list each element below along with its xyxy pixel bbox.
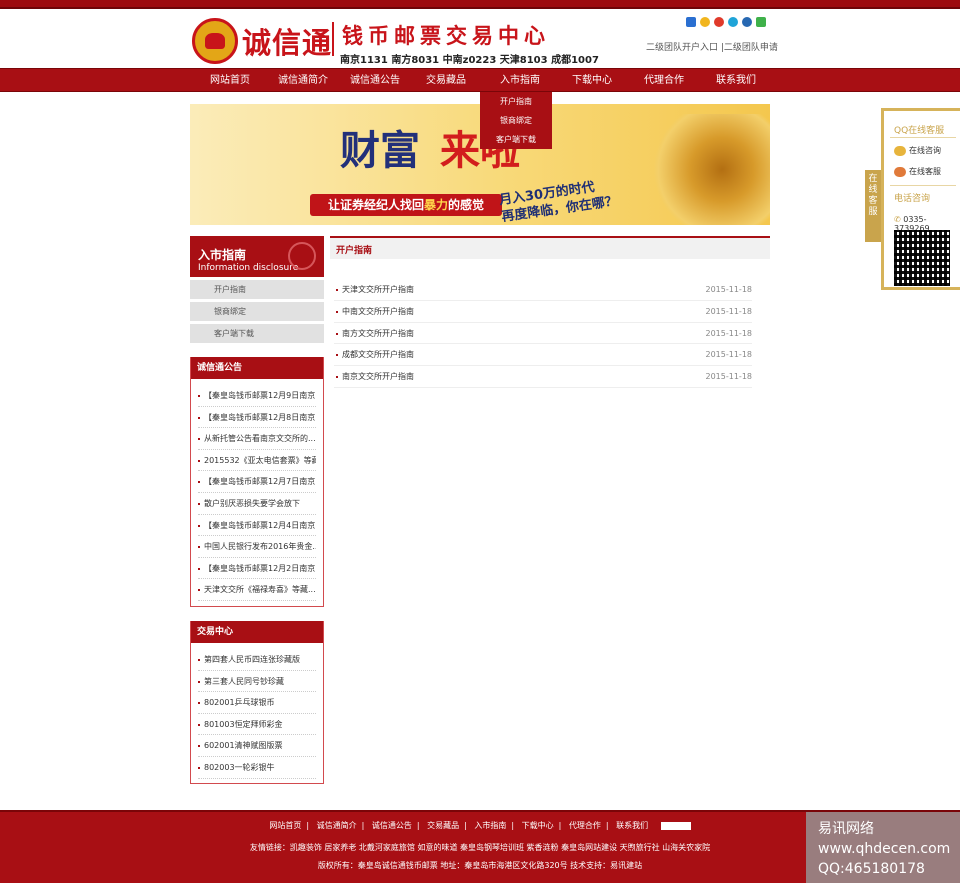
trading-title: 交易中心 <box>191 621 323 643</box>
nav-guide[interactable]: 入市指南 <box>490 69 550 93</box>
watermark-url: www.qhdecen.com <box>818 841 951 857</box>
qq-icon <box>894 145 906 156</box>
dropdown-item-bank[interactable]: 银商绑定 <box>480 111 552 130</box>
article-date: 2015-11-18 <box>705 285 753 294</box>
list-item[interactable]: 【秦皇岛钱币邮票12月2日南京... <box>198 558 316 580</box>
article-row[interactable]: 南京文交所开户指南 2015-11-18 <box>334 366 752 388</box>
divider <box>890 185 956 186</box>
site-title: 钱币邮票交易中心 <box>342 24 550 48</box>
exchange-codes: 南京1131 南方8031 中南z0223 天津8103 成都1007 <box>340 55 599 66</box>
article-row[interactable]: 中南文交所开户指南 2015-11-18 <box>334 301 752 323</box>
notices-title: 诚信通公告 <box>191 357 323 379</box>
service-tab[interactable]: 在线客服 <box>865 170 881 242</box>
content-header: 开户指南 <box>330 236 770 259</box>
list-item[interactable]: 【秦皇岛钱币邮票12月9日南京... <box>198 385 316 407</box>
footer-link[interactable]: 诚信通简介 <box>317 821 357 830</box>
online-service-button[interactable]: 在线客服 <box>894 166 941 177</box>
sidebar-item-client[interactable]: 客户端下载 <box>190 324 324 343</box>
coin-ring-icon <box>288 242 316 270</box>
nav-intro[interactable]: 诚信通简介 <box>270 69 336 93</box>
phone-title: 电话咨询 <box>894 194 931 204</box>
list-item[interactable]: 第四套人民币四连张珍藏版 <box>198 649 316 671</box>
content-title: 开户指南 <box>336 246 373 256</box>
footer-link[interactable]: 下载中心 <box>522 821 554 830</box>
brand-name[interactable]: 诚信通 <box>242 20 332 62</box>
agent-icon <box>894 166 906 177</box>
share-renren-icon[interactable] <box>742 17 752 27</box>
list-item[interactable]: 散户别厌恶损失要学会放下 <box>198 493 316 515</box>
share-plus-icon[interactable] <box>686 17 696 27</box>
dropdown-item-account[interactable]: 开户指南 <box>480 92 552 111</box>
nav-collectibles[interactable]: 交易藏品 <box>416 69 476 93</box>
online-consult-button[interactable]: 在线咨询 <box>894 145 941 156</box>
share-qzone-icon[interactable] <box>700 17 710 27</box>
main-nav: 网站首页 诚信通简介 诚信通公告 交易藏品 入市指南 下载中心 代理合作 联系我… <box>0 68 960 92</box>
list-item[interactable]: 【秦皇岛钱币邮票12月8日南京... <box>198 407 316 429</box>
nav-download[interactable]: 下载中心 <box>562 69 622 93</box>
dropdown-item-client[interactable]: 客户端下载 <box>480 130 552 149</box>
qr-code-image <box>894 230 950 286</box>
article-row[interactable]: 南方文交所开户指南 2015-11-18 <box>334 323 752 345</box>
share-icons <box>686 17 766 29</box>
footer-link[interactable]: 诚信通公告 <box>372 821 412 830</box>
logo-divider <box>332 22 334 56</box>
notices-list: 【秦皇岛钱币邮票12月9日南京... 【秦皇岛钱币邮票12月8日南京... 从新… <box>191 379 323 605</box>
article-date: 2015-11-18 <box>705 328 753 338</box>
list-item[interactable]: 602001清神赋图版票 <box>198 735 316 757</box>
list-item[interactable]: 802003一轮彩银牛 <box>198 757 316 779</box>
footer-link[interactable]: 联系我们 <box>616 821 648 830</box>
list-item[interactable]: 801003恒定拜师彩金 <box>198 714 316 736</box>
share-weibo-icon[interactable] <box>714 17 724 27</box>
footer-link[interactable]: 代理合作 <box>569 821 601 830</box>
banner-headline-a: 财富 <box>340 127 420 174</box>
article-date: 2015-11-18 <box>705 306 753 316</box>
nav-home[interactable]: 网站首页 <box>201 69 259 93</box>
article-date: 2015-11-18 <box>705 372 753 382</box>
watermark-qq: QQ:465180178 <box>818 861 925 877</box>
article-row[interactable]: 成都文交所开户指南 2015-11-18 <box>334 344 753 367</box>
footer-link[interactable]: 交易藏品 <box>427 821 459 830</box>
watermark: 易讯网络 www.qhdecen.com QQ:465180178 <box>806 812 960 883</box>
divider <box>890 137 956 138</box>
list-item[interactable]: 【秦皇岛钱币邮票12月7日南京... <box>198 471 316 493</box>
share-wechat-icon[interactable] <box>756 17 766 27</box>
top-strip <box>0 0 960 9</box>
watermark-company: 易讯网络 <box>818 821 874 837</box>
nav-contact[interactable]: 联系我们 <box>706 69 766 93</box>
service-panel: QQ在线客服 在线咨询 在线客服 电话咨询 ✆ 0335-3739269 <box>881 108 960 290</box>
cnzz-badge-icon[interactable] <box>660 821 691 830</box>
trading-list: 第四套人民币四连张珍藏版 第三套人民同号钞珍藏 802001乒乓球银币 8010… <box>191 643 323 783</box>
list-item[interactable]: 【秦皇岛钱币邮票12月4日南京... <box>198 515 316 537</box>
phone-icon: ✆ <box>894 215 904 224</box>
logo-emblem-icon[interactable] <box>192 18 238 64</box>
trading-box: 交易中心 第四套人民币四连张珍藏版 第三套人民同号钞珍藏 802001乒乓球银币… <box>190 621 324 784</box>
guide-sidebar: 入市指南 Information disclosure 开户指南 银商绑定 客户… <box>190 236 324 343</box>
article-row[interactable]: 天津文交所开户指南 2015-11-18 <box>334 279 752 301</box>
qq-service-title: QQ在线客服 <box>894 126 945 136</box>
nav-notices[interactable]: 诚信通公告 <box>342 69 408 93</box>
banner-slogan: 月入30万的时代 再度降临，你在哪？ <box>498 179 619 225</box>
list-item[interactable]: 中国人民银行发布2016年贵金... <box>198 536 316 558</box>
list-item[interactable]: 从新托管公告看南京文交所的... <box>198 428 316 450</box>
notices-box: 诚信通公告 【秦皇岛钱币邮票12月9日南京... 【秦皇岛钱币邮票12月8日南京… <box>190 357 324 607</box>
nav-partner[interactable]: 代理合作 <box>634 69 694 93</box>
guide-sidebar-header: 入市指南 Information disclosure <box>190 236 324 277</box>
list-item[interactable]: 天津文交所《福禄寿喜》等藏... <box>198 579 316 601</box>
banner-ribbon: 让证券经纪人找回暴力的感觉 <box>310 194 503 216</box>
article-list: 天津文交所开户指南 2015-11-18 中南文交所开户指南 2015-11-18 … <box>334 279 752 388</box>
list-item[interactable]: 802001乒乓球银币 <box>198 692 316 714</box>
footer-link[interactable]: 网站首页 <box>269 821 301 830</box>
article-date: 2015-11-18 <box>705 350 753 360</box>
sidebar-item-bank[interactable]: 银商绑定 <box>190 302 324 321</box>
list-item[interactable]: 第三套人民同号钞珍藏 <box>198 671 316 693</box>
sidebar-item-account[interactable]: 开户指南 <box>190 280 324 299</box>
guide-dropdown: 开户指南 银商绑定 客户端下载 <box>480 92 552 149</box>
list-item[interactable]: 2015532《亚太电信套票》等藏... <box>198 450 316 472</box>
coin-stairs-image <box>650 114 770 225</box>
share-tencent-icon[interactable] <box>728 17 738 27</box>
footer-link[interactable]: 入市指南 <box>474 821 506 830</box>
team-links[interactable]: 二级团队开户入口 |二级团队申请 <box>646 40 778 53</box>
